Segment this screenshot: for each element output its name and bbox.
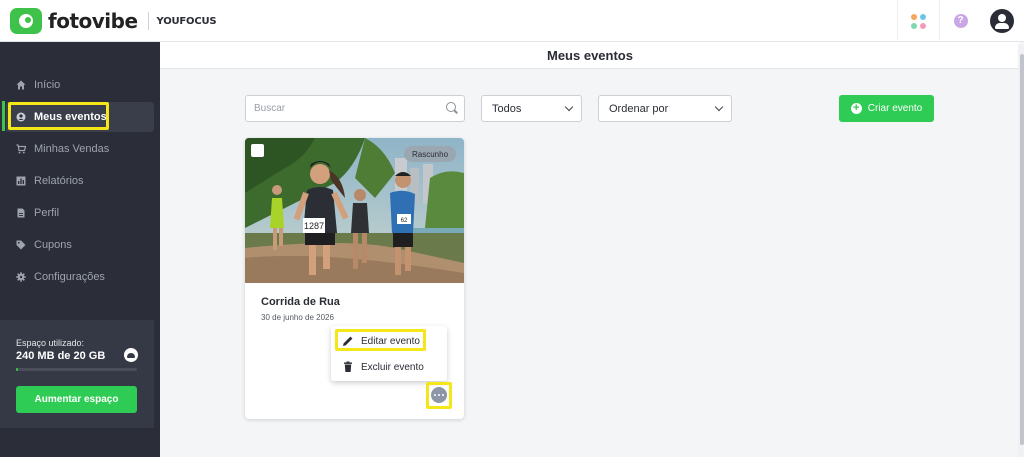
sidebar-item-label: Cupons [34,239,72,251]
top-header: fotovibe YOUFOCUS ? [0,0,1024,42]
select-checkbox[interactable] [251,144,264,157]
help-button[interactable]: ? [939,0,981,42]
brand-logo[interactable]: fotovibe YOUFOCUS [10,8,217,34]
cloud-upload-icon [124,348,138,362]
event-title[interactable]: Corrida de Rua [261,296,340,308]
status-badge: Rascunho [404,146,457,162]
highlight-box-more [426,382,452,409]
storage-progress-fill [16,368,19,371]
storage-label: Espaço utilizado: [16,338,85,348]
sidebar-item-configuracoes[interactable]: Configurações [6,262,154,292]
create-event-button[interactable]: + Criar evento [839,95,934,122]
active-nav-indicator [2,101,5,131]
storage-progress-bar [16,368,137,371]
highlight-box-edit [335,329,426,351]
sidebar-item-label: Início [34,79,61,91]
storage-panel: Espaço utilizado: 240 MB de 20 GB Aument… [0,320,154,428]
sidebar-item-label: Configurações [34,271,105,283]
status-filter-select[interactable]: Todos [481,95,582,122]
report-icon [16,176,26,186]
scrollbar-thumb[interactable] [1020,54,1024,445]
home-icon [16,80,26,90]
search-icon [446,102,456,112]
apps-button[interactable] [897,0,939,42]
chevron-down-icon [564,102,574,112]
brand-name: fotovibe [48,9,138,33]
create-event-label: Criar evento [867,103,923,114]
cart-icon [16,144,26,154]
account-button[interactable] [981,0,1023,42]
race-bib-number: 1287 [304,221,324,231]
plus-circle-icon: + [850,103,862,114]
sidebar-item-label: Relatórios [34,175,84,187]
profile-icon [16,208,26,218]
sidebar-item-perfil[interactable]: Perfil [6,198,154,228]
sidebar-item-cupons[interactable]: Cupons [6,230,154,260]
increase-storage-button[interactable]: Aumentar espaço [16,386,137,413]
sidebar-item-label: Perfil [34,207,60,219]
menu-item-label: Excluir evento [361,361,424,373]
status-filter-value: Todos [492,102,522,115]
search-placeholder: Buscar [254,103,286,114]
search-input[interactable]: Buscar [245,95,465,122]
event-date: 30 de junho de 2026 [261,313,334,322]
brand-divider [147,12,149,30]
sidebar-item-relatorios[interactable]: Relatórios [6,166,154,196]
sort-select[interactable]: Ordenar por [598,95,732,122]
page-title: Meus eventos [160,42,1020,69]
chevron-down-icon [714,102,724,112]
sort-value: Ordenar por [609,102,669,115]
brand-subtitle: YOUFOCUS [156,15,217,27]
help-icon: ? [953,14,968,28]
sidebar-item-minhas-vendas[interactable]: Minhas Vendas [6,134,154,164]
gear-icon [16,272,26,282]
fotovibe-logo-icon [10,8,42,34]
tag-icon [16,240,26,250]
highlight-box-nav [8,102,109,130]
menu-item-delete-event[interactable]: Excluir evento [331,354,447,380]
storage-value: 240 MB de 20 GB [16,350,106,362]
avatar-icon [990,9,1014,33]
apps-grid-icon [911,13,926,29]
race-bib-number: 62 [401,218,408,224]
sidebar-item-inicio[interactable]: Início [6,70,154,100]
sidebar-item-label: Minhas Vendas [34,143,110,155]
trash-icon [344,361,352,372]
